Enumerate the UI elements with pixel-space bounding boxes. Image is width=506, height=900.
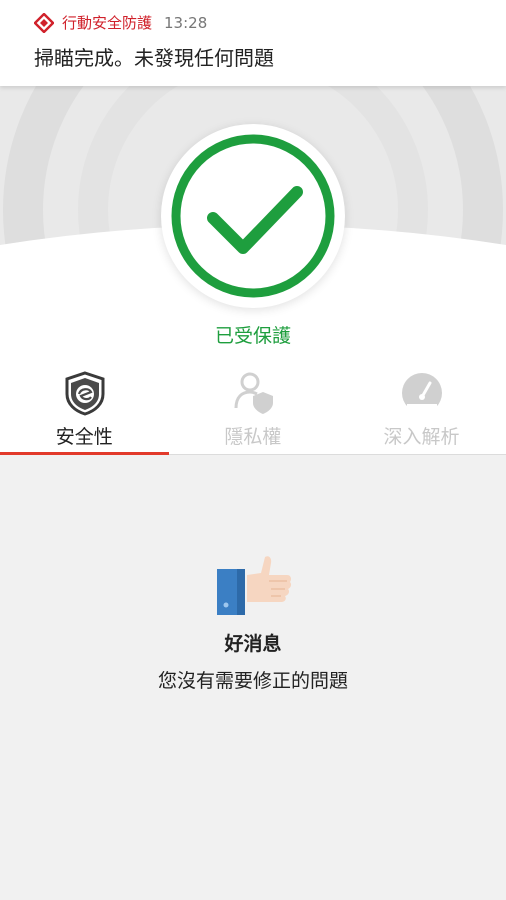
good-news-section: 好消息 您沒有需要修正的問題 (0, 555, 506, 693)
checkmark-circle-icon (171, 134, 335, 298)
privacy-user-shield-icon (234, 372, 273, 414)
notification-header: 行動安全防護 13:28 (34, 12, 207, 33)
tab-security[interactable]: 安全性 (0, 362, 169, 455)
tab-privacy[interactable]: 隱私權 (169, 362, 338, 454)
good-news-subtitle: 您沒有需要修正的問題 (157, 670, 348, 692)
good-news-title: 好消息 (224, 633, 282, 655)
speedometer-icon (402, 373, 443, 413)
tab-insights-label: 深入解析 (383, 426, 460, 448)
app-logo-icon (34, 12, 54, 33)
tab-bar: 安全性 隱私權 深入解析 (0, 362, 506, 455)
tab-security-label: 安全性 (55, 426, 113, 448)
notification-time: 13:28 (164, 13, 208, 32)
notification-app-name: 行動安全防護 (62, 14, 153, 32)
protection-status-label: 已受保護 (214, 325, 291, 347)
protection-status-circle (161, 124, 345, 308)
shield-icon (65, 371, 105, 416)
tab-insights[interactable]: 深入解析 (337, 362, 506, 454)
thumbs-up-icon (217, 556, 292, 615)
notification-banner[interactable]: 行動安全防護 13:28 掃瞄完成。未發現任何問題 (0, 0, 506, 86)
tab-privacy-label: 隱私權 (224, 426, 282, 448)
active-tab-indicator (0, 452, 169, 455)
notification-message: 掃瞄完成。未發現任何問題 (34, 46, 274, 70)
